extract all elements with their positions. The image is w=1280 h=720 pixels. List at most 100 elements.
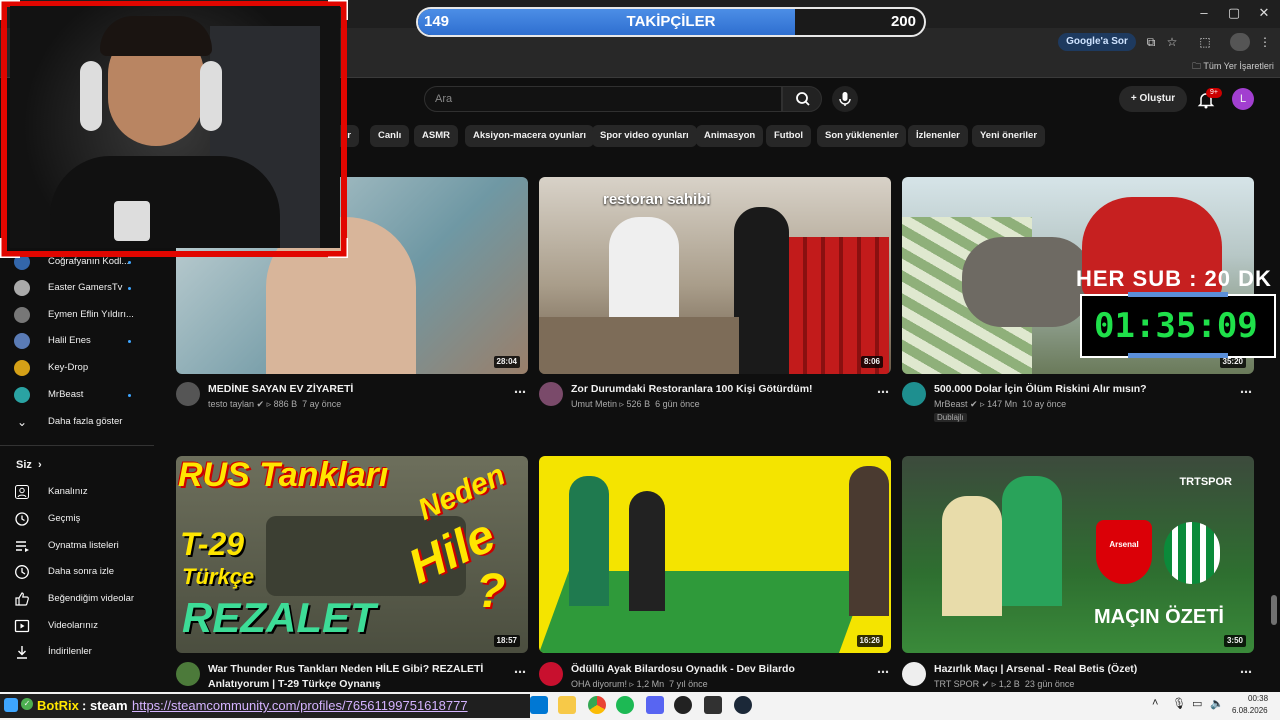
video-meta: MrBeast ✔ ▹ 147 Mn 10 ay önce bbox=[934, 399, 1067, 409]
all-bookmarks-button[interactable]: 🗀 Tüm Yer İşaretleri bbox=[1192, 59, 1274, 75]
video-thumbnail[interactable]: 16:26 bbox=[539, 456, 891, 653]
thumbnail-text: ? bbox=[476, 565, 506, 618]
chip-canli[interactable]: Canlı bbox=[370, 125, 410, 147]
clock-time[interactable]: 00:38 bbox=[1248, 694, 1268, 703]
create-button[interactable]: + Oluştur bbox=[1119, 86, 1187, 112]
voice-search-button[interactable] bbox=[832, 86, 858, 112]
video-title-line2[interactable]: Anlatıyorum | T-29 Türkçe Oynanış bbox=[208, 678, 381, 690]
player-figure bbox=[942, 496, 1002, 616]
chevron-right-icon: › bbox=[38, 459, 42, 471]
upload-age: 10 ay önce bbox=[1022, 399, 1067, 409]
tray-chevron-icon[interactable]: ˄ bbox=[1152, 697, 1158, 709]
more-options-icon[interactable]: ⋯ bbox=[877, 385, 889, 399]
sidebar-sub-label: Halil Enes bbox=[48, 335, 91, 346]
channel-name[interactable]: Umut Metin bbox=[571, 399, 617, 409]
channel-name[interactable]: MrBeast bbox=[934, 399, 968, 409]
verified-icon: ✔ bbox=[256, 399, 265, 409]
chip-spor-oyun[interactable]: Spor video oyunları bbox=[592, 125, 697, 147]
timer-accent bbox=[1128, 292, 1228, 297]
maximize-icon[interactable]: ▢ bbox=[1224, 4, 1244, 22]
account-avatar[interactable]: L bbox=[1232, 88, 1254, 110]
mic-tray-icon[interactable]: 🎙 bbox=[1172, 697, 1186, 710]
volume-icon[interactable]: 🔈 bbox=[1210, 697, 1224, 710]
video-title[interactable]: Zor Durumdaki Restoranlara 100 Kişi Götü… bbox=[571, 383, 813, 395]
menu-dots-icon[interactable]: ⋮ bbox=[1258, 33, 1272, 51]
upload-age: 6 gün önce bbox=[655, 399, 700, 409]
video-title[interactable]: Ödüllü Ayak Bilardosu Oynadık - Dev Bila… bbox=[571, 663, 795, 675]
minimize-icon[interactable]: – bbox=[1194, 4, 1214, 22]
sidebar-divider bbox=[0, 445, 154, 446]
video-meta: Umut Metin ▹ 526 B 6 gün önce bbox=[571, 399, 700, 409]
upload-age: 23 gün önce bbox=[1024, 679, 1075, 689]
channel-avatar[interactable] bbox=[539, 382, 563, 406]
epic-games-icon[interactable] bbox=[704, 696, 722, 714]
chip-yeni-oneriler[interactable]: Yeni öneriler bbox=[972, 125, 1046, 147]
spotify-icon[interactable] bbox=[616, 696, 634, 714]
cup-figure bbox=[114, 201, 150, 241]
duration-badge: 3:50 bbox=[1223, 635, 1246, 647]
chip-son-yuklenenler[interactable]: Son yüklenenler bbox=[817, 125, 907, 147]
search-input[interactable]: Ara bbox=[424, 86, 782, 112]
file-explorer-icon[interactable] bbox=[558, 696, 576, 714]
windows-start-icon[interactable] bbox=[530, 696, 548, 714]
channel-avatar[interactable] bbox=[176, 382, 200, 406]
extensions-icon[interactable]: ⬚ bbox=[1196, 33, 1214, 51]
star-icon[interactable]: ☆ bbox=[1163, 33, 1181, 51]
close-icon[interactable]: ✕ bbox=[1254, 4, 1274, 22]
upload-age: 7 ay önce bbox=[302, 399, 342, 409]
channel-avatar[interactable] bbox=[902, 662, 926, 686]
steam-label: : steam bbox=[82, 698, 128, 713]
person-figure bbox=[609, 217, 679, 317]
video-title[interactable]: 500.000 Dolar İçin Ölüm Riskini Alır mıs… bbox=[934, 383, 1147, 395]
obs-icon[interactable] bbox=[674, 696, 692, 714]
dubbed-badge: Dublajlı bbox=[934, 413, 967, 422]
more-options-icon[interactable]: ⋯ bbox=[514, 665, 526, 679]
more-options-icon[interactable]: ⋯ bbox=[514, 385, 526, 399]
search-icon bbox=[796, 92, 810, 106]
botrix-label: BotRix bbox=[37, 698, 79, 713]
steam-icon[interactable] bbox=[734, 696, 752, 714]
video-title[interactable]: War Thunder Rus Tankları Neden HİLE Gibi… bbox=[208, 663, 483, 675]
all-bookmarks-label: Tüm Yer İşaretleri bbox=[1203, 61, 1274, 71]
chip-izlenenler[interactable]: İzlenenler bbox=[908, 125, 968, 147]
chip-aksiyon[interactable]: Aksiyon-macera oyunları bbox=[465, 125, 594, 147]
sidebar-sub-label: Key-Drop bbox=[48, 362, 89, 373]
video-thumbnail[interactable]: TRTSPOR Arsenal MAÇIN ÖZETİ 3:50 bbox=[902, 456, 1254, 653]
steam-url[interactable]: https://steamcommunity.com/profiles/7656… bbox=[132, 698, 468, 713]
more-options-icon[interactable]: ⋯ bbox=[1240, 385, 1252, 399]
more-options-icon[interactable]: ⋯ bbox=[1240, 665, 1252, 679]
you-heading-label: Siz bbox=[16, 459, 32, 471]
chip-asmr[interactable]: ASMR bbox=[414, 125, 458, 147]
timer-heading: HER SUB : 20 DK bbox=[1076, 266, 1272, 291]
video-title[interactable]: Hazırlık Maçı | Arsenal - Real Betis (Öz… bbox=[934, 663, 1137, 675]
chip-futbol[interactable]: Futbol bbox=[766, 125, 812, 147]
view-count: 886 B bbox=[273, 399, 298, 409]
new-dot bbox=[128, 340, 131, 343]
botrix-banner: ✓ BotRix : steam https://steamcommunity.… bbox=[0, 694, 530, 718]
video-title[interactable]: MEDİNE SAYAN EV ZİYARETİ bbox=[208, 383, 353, 395]
channel-name[interactable]: testo taylan bbox=[208, 399, 254, 409]
timer-value: 01:35:09 bbox=[1094, 306, 1258, 346]
channel-avatar-icon bbox=[14, 360, 30, 376]
channel-avatar[interactable] bbox=[539, 662, 563, 686]
network-icon[interactable]: ▭ bbox=[1192, 697, 1202, 710]
search-button[interactable] bbox=[782, 86, 822, 112]
chip-animasyon[interactable]: Animasyon bbox=[696, 125, 764, 147]
clock-date[interactable]: 6.08.2026 bbox=[1232, 706, 1268, 715]
chrome-icon[interactable] bbox=[588, 696, 606, 714]
share-icon[interactable]: ⧉ bbox=[1142, 33, 1160, 51]
video-thumbnail[interactable]: restoran sahibi 8:06 bbox=[539, 177, 891, 374]
video-thumbnail[interactable]: RUS Tankları T-29 Türkçe REZALET Neden H… bbox=[176, 456, 528, 653]
discord-icon[interactable] bbox=[646, 696, 664, 714]
scrollbar-thumb[interactable] bbox=[1271, 595, 1277, 625]
profile-icon[interactable] bbox=[1230, 33, 1250, 51]
google-ask-button[interactable]: Google'a Sor bbox=[1058, 33, 1136, 51]
sidebar-sub-label: Eymen Eflin Yıldırı... bbox=[48, 309, 134, 320]
more-options-icon[interactable]: ⋯ bbox=[877, 665, 889, 679]
view-count: 1,2 Mn bbox=[636, 679, 665, 689]
channel-name[interactable]: TRT SPOR bbox=[934, 679, 979, 689]
brand-logo: TRTSPOR bbox=[1179, 476, 1232, 488]
channel-avatar[interactable] bbox=[176, 662, 200, 686]
channel-avatar[interactable] bbox=[902, 382, 926, 406]
channel-name[interactable]: OHA diyorum! bbox=[571, 679, 627, 689]
